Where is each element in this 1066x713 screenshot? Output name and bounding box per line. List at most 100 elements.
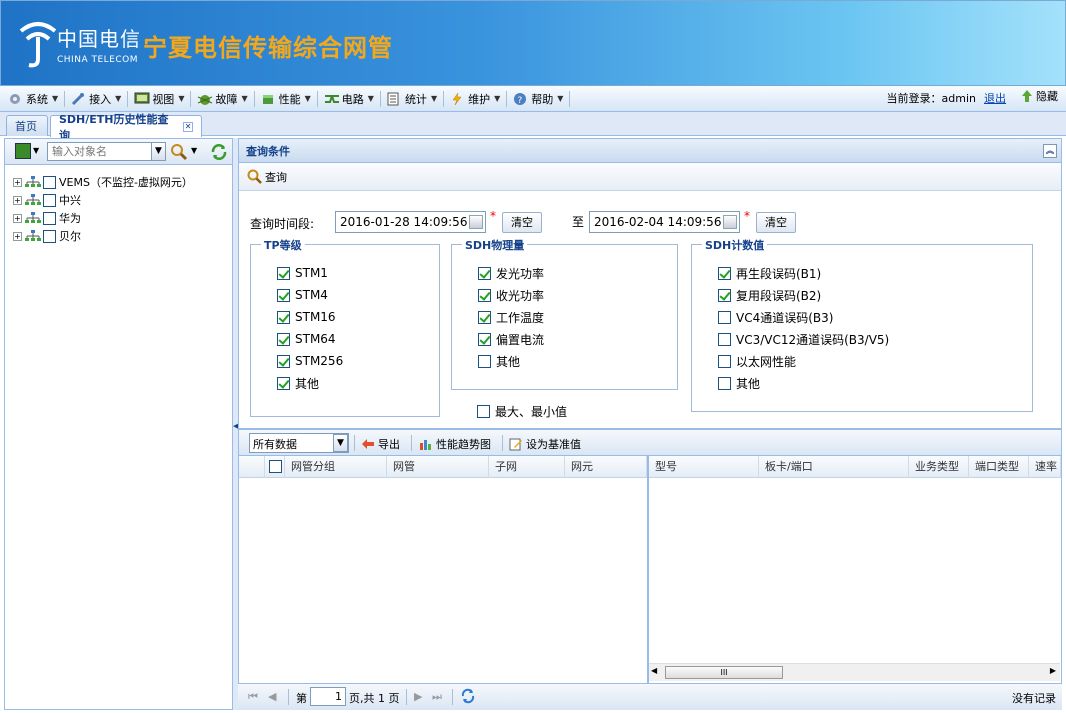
select-all-cell[interactable] <box>265 456 285 478</box>
chevron-down-icon[interactable]: ▼ <box>151 142 166 161</box>
tp-option[interactable]: STM64 <box>277 331 336 347</box>
clear-start-button[interactable]: 清空 <box>502 212 542 233</box>
close-icon[interactable]: ✕ <box>183 121 193 132</box>
tree-node[interactable]: + 贝尔 <box>13 227 81 245</box>
prev-page-icon[interactable]: ◀ <box>268 690 276 703</box>
tree-checkbox[interactable] <box>43 193 56 207</box>
tp-option[interactable]: STM256 <box>277 353 343 369</box>
tree-checkbox[interactable] <box>43 211 56 225</box>
menu-statistics[interactable]: 统计 ▼ <box>383 88 441 110</box>
col-header[interactable]: 业务类型 <box>909 456 969 478</box>
count-option[interactable]: 再生段误码(B1) <box>718 265 821 281</box>
set-baseline-button[interactable]: 设为基准值 <box>509 436 581 452</box>
menu-circuit[interactable]: 电路 ▼ <box>320 88 378 110</box>
tree-checkbox[interactable] <box>43 175 56 189</box>
tree-checkbox[interactable] <box>43 229 56 243</box>
checkbox[interactable] <box>277 310 290 324</box>
horizontal-scrollbar[interactable]: ◀ III ▶ <box>649 663 1060 681</box>
menu-system[interactable]: 系统 ▼ <box>4 88 62 110</box>
col-header[interactable]: 网元 <box>565 456 647 478</box>
trend-chart-button[interactable]: 性能趋势图 <box>419 436 491 452</box>
menu-help[interactable]: ? 帮助 ▼ <box>509 88 567 110</box>
checkbox[interactable] <box>477 404 490 418</box>
count-option[interactable]: 以太网性能 <box>718 353 796 369</box>
last-page-icon[interactable]: ⏭ <box>432 690 442 704</box>
menu-fault[interactable]: 故障 ▼ <box>193 88 251 110</box>
calendar-icon[interactable] <box>723 215 737 229</box>
hide-button[interactable]: 隐藏 <box>1021 88 1058 104</box>
col-header[interactable]: 板卡/端口 <box>759 456 909 478</box>
tree-node[interactable]: + 中兴 <box>13 191 81 209</box>
chevron-down-icon[interactable]: ▼ <box>333 434 348 452</box>
count-option[interactable]: 复用段误码(B2) <box>718 287 821 303</box>
tree-node[interactable]: + VEMS（不监控-虚拟网元） <box>13 173 193 191</box>
refresh-icon[interactable] <box>210 143 228 164</box>
phys-option[interactable]: 偏置电流 <box>478 331 544 347</box>
checkbox[interactable] <box>718 288 731 302</box>
phys-option[interactable]: 收光功率 <box>478 287 544 303</box>
collapse-icon[interactable]: ︽ <box>1043 144 1057 158</box>
search-icon[interactable] <box>170 143 188 164</box>
menu-maintenance[interactable]: 维护 ▼ <box>446 88 504 110</box>
chevron-down-icon[interactable]: ▼ <box>191 146 197 155</box>
refresh-icon[interactable] <box>460 688 476 707</box>
calendar-icon[interactable] <box>469 215 483 229</box>
tp-option[interactable]: STM1 <box>277 265 328 281</box>
scroll-right-icon[interactable]: ▶ <box>1050 666 1056 675</box>
tab-sdh-history[interactable]: SDH/ETH历史性能查询 ✕ <box>50 113 202 142</box>
menu-performance[interactable]: 性能 ▼ <box>257 88 315 110</box>
checkbox[interactable] <box>478 288 491 302</box>
count-option[interactable]: VC4通道误码(B3) <box>718 309 833 325</box>
expand-icon[interactable]: + <box>13 177 22 187</box>
menu-access[interactable]: 接入 ▼ <box>67 88 125 110</box>
tp-option[interactable]: STM4 <box>277 287 328 303</box>
end-date-field[interactable]: 2016-02-04 14:09:56 <box>589 211 740 233</box>
phys-option[interactable]: 工作温度 <box>478 309 544 325</box>
col-header[interactable]: 网管分组 <box>285 456 387 478</box>
tree-node[interactable]: + 华为 <box>13 209 81 227</box>
phys-option[interactable]: 发光功率 <box>478 265 544 281</box>
next-page-icon[interactable]: ▶ <box>414 690 422 703</box>
grid-divider[interactable] <box>647 455 649 683</box>
query-button[interactable]: 查询 <box>247 169 287 185</box>
expand-icon[interactable]: + <box>13 195 22 205</box>
col-header[interactable]: 网管 <box>387 456 489 478</box>
tab-home[interactable]: 首页 <box>6 115 48 136</box>
logout-link[interactable]: 退出 <box>984 90 1006 106</box>
col-header[interactable]: 速率 <box>1029 456 1061 478</box>
expand-icon[interactable]: + <box>13 213 22 223</box>
checkbox[interactable] <box>718 266 731 280</box>
checkbox[interactable] <box>277 332 290 346</box>
checkbox[interactable] <box>718 310 731 324</box>
export-button[interactable]: 导出 <box>361 436 400 452</box>
count-option[interactable]: VC3/VC12通道误码(B3/V5) <box>718 331 889 347</box>
clear-end-button[interactable]: 清空 <box>756 212 796 233</box>
checkbox[interactable] <box>718 354 731 368</box>
tp-option[interactable]: 其他 <box>277 375 319 391</box>
col-header[interactable]: 子网 <box>489 456 565 478</box>
minmax-option[interactable]: 最大、最小值 <box>477 403 567 419</box>
first-page-icon[interactable]: ⏮ <box>248 690 258 704</box>
scroll-thumb[interactable]: III <box>665 666 783 679</box>
col-header[interactable]: 型号 <box>649 456 759 478</box>
checkbox[interactable] <box>478 266 491 280</box>
checkbox[interactable] <box>478 354 491 368</box>
phys-option[interactable]: 其他 <box>478 353 520 369</box>
start-date-field[interactable]: 2016-01-28 14:09:56 <box>335 211 486 233</box>
checkbox[interactable] <box>478 310 491 324</box>
menu-view[interactable]: 视图 ▼ <box>130 88 188 110</box>
checkbox[interactable] <box>277 354 290 368</box>
object-type-icon[interactable] <box>15 143 31 159</box>
select-all-checkbox[interactable] <box>269 460 282 473</box>
checkbox[interactable] <box>277 266 290 280</box>
count-option[interactable]: 其他 <box>718 375 760 391</box>
object-search-input[interactable] <box>47 142 152 161</box>
col-header[interactable]: 端口类型 <box>969 456 1029 478</box>
checkbox[interactable] <box>718 332 731 346</box>
checkbox[interactable] <box>277 288 290 302</box>
checkbox[interactable] <box>718 376 731 390</box>
expand-icon[interactable]: + <box>13 231 22 241</box>
scroll-left-icon[interactable]: ◀ <box>651 666 657 675</box>
checkbox[interactable] <box>478 332 491 346</box>
chevron-down-icon[interactable]: ▼ <box>33 146 39 155</box>
